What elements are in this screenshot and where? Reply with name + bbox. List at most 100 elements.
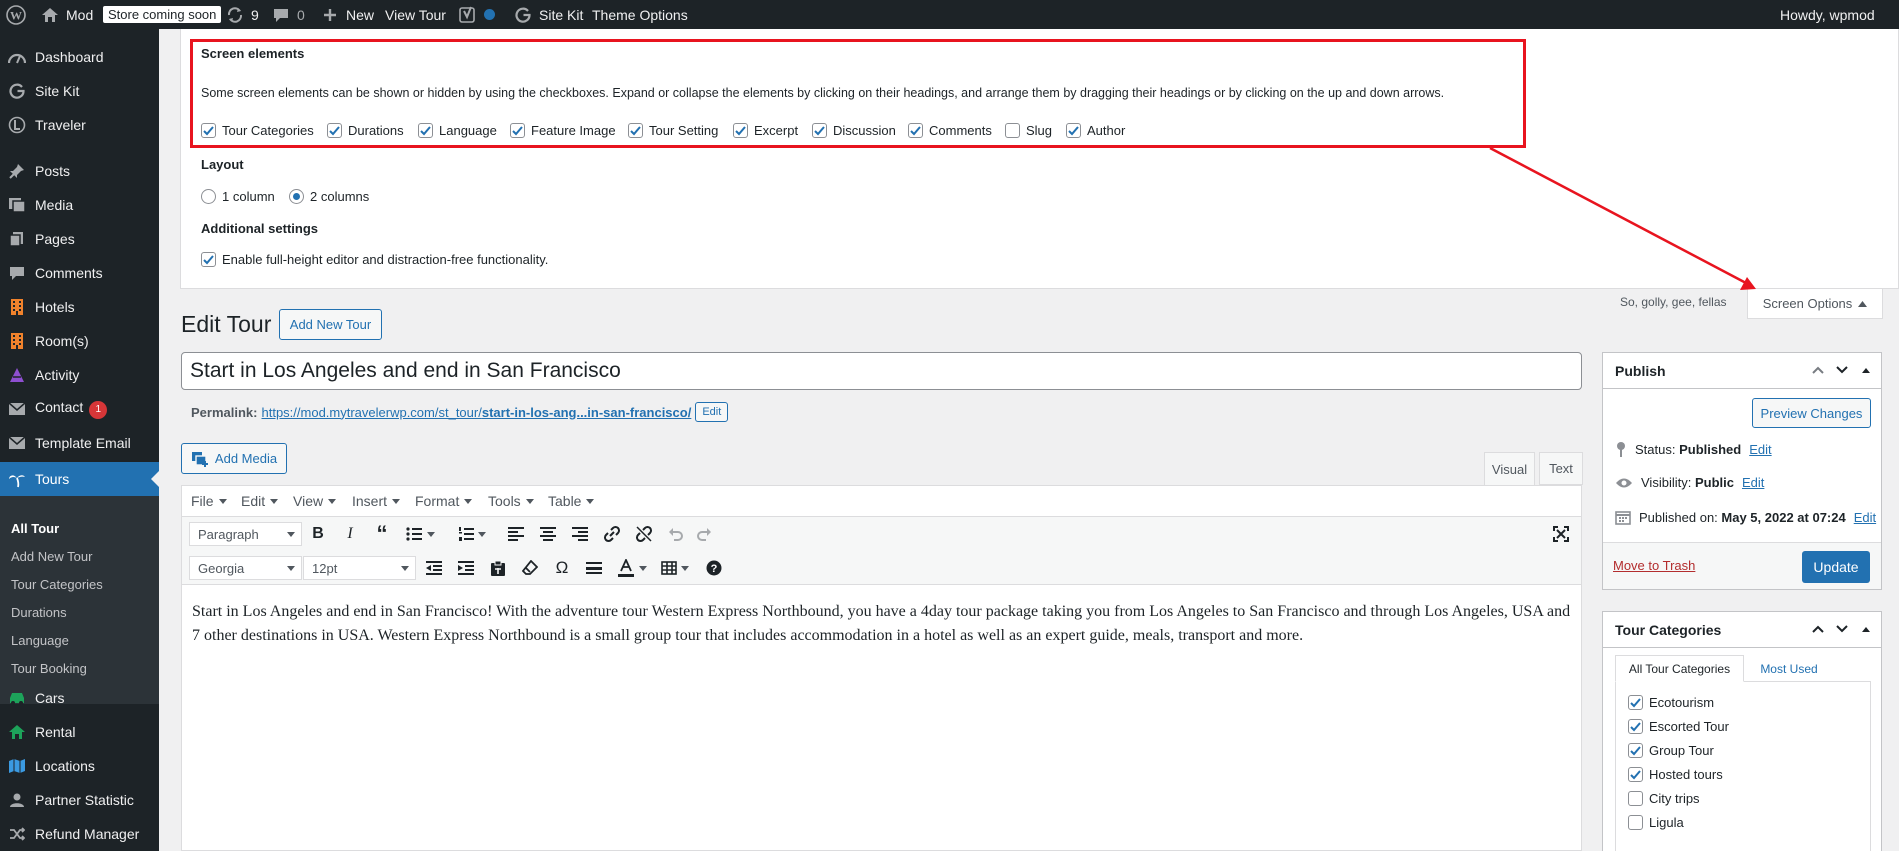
tab-visual[interactable]: Visual xyxy=(1484,452,1535,485)
move-to-trash-link[interactable]: Move to Trash xyxy=(1613,558,1695,573)
checkbox-full-height-editor[interactable]: Enable full-height editor and distractio… xyxy=(201,252,548,267)
checkbox-discussion[interactable]: Discussion xyxy=(812,123,896,138)
checkbox-box[interactable] xyxy=(1066,123,1081,138)
bullet-list-icon[interactable] xyxy=(402,522,426,546)
permalink-link[interactable]: https://mod.mytravelerwp.com/st_tour/sta… xyxy=(261,405,691,420)
submenu-item-tour-booking[interactable]: Tour Booking xyxy=(11,661,87,676)
paste-text-icon[interactable] xyxy=(486,556,510,580)
italic-icon[interactable]: I xyxy=(338,522,362,546)
tab-most-used[interactable]: Most Used xyxy=(1748,655,1830,682)
submenu-item-durations[interactable]: Durations xyxy=(11,605,67,620)
sidebar-item-partner-statistic[interactable]: Partner Statistic xyxy=(0,783,159,817)
sidebar-item-locations[interactable]: Locations xyxy=(0,749,159,783)
radio-button[interactable] xyxy=(289,189,304,204)
sidebar-item-pages[interactable]: Pages xyxy=(0,222,159,256)
clear-formatting-icon[interactable] xyxy=(518,556,542,580)
category-item[interactable]: Escorted Tour xyxy=(1628,719,1729,734)
checkbox-box[interactable] xyxy=(1628,815,1643,830)
toggle-panel-icon[interactable] xyxy=(1859,622,1873,636)
link-icon[interactable] xyxy=(600,522,624,546)
tab-all-tour-categories[interactable]: All Tour Categories xyxy=(1615,655,1744,682)
sidebar-item-activity[interactable]: Activity xyxy=(0,358,159,392)
category-item[interactable]: Hosted tours xyxy=(1628,767,1723,782)
sidebar-item-refund-manager[interactable]: Refund Manager xyxy=(0,817,159,851)
status-edit-link[interactable]: Edit xyxy=(1749,442,1771,457)
bullet-list-caret-icon[interactable] xyxy=(425,522,437,546)
redo-icon[interactable] xyxy=(692,522,716,546)
horizontal-line-icon[interactable] xyxy=(582,556,606,580)
menu-edit[interactable]: Edit xyxy=(241,493,279,509)
checkbox-slug[interactable]: Slug xyxy=(1005,123,1052,138)
checkbox-box[interactable] xyxy=(1628,767,1643,782)
checkbox-author[interactable]: Author xyxy=(1066,123,1125,138)
post-title-input[interactable]: Start in Los Angeles and end in San Fran… xyxy=(181,352,1582,390)
menu-insert[interactable]: Insert xyxy=(352,493,401,509)
checkbox-box[interactable] xyxy=(812,123,827,138)
submenu-item-all-tour[interactable]: All Tour xyxy=(11,521,59,536)
align-left-icon[interactable] xyxy=(504,522,528,546)
checkbox-tour-setting[interactable]: Tour Setting xyxy=(628,123,718,138)
sidebar-item-hotels[interactable]: Hotels xyxy=(0,290,159,324)
checkbox-box[interactable] xyxy=(418,123,433,138)
font-family-select[interactable]: Georgia xyxy=(189,556,302,580)
checkbox-feature-image[interactable]: Feature Image xyxy=(510,123,616,138)
wordpress-logo-icon[interactable]: W xyxy=(6,0,26,29)
category-item[interactable]: Group Tour xyxy=(1628,743,1714,758)
checkbox-box[interactable] xyxy=(327,123,342,138)
chevron-down-icon[interactable] xyxy=(1835,363,1849,377)
checkbox-box[interactable] xyxy=(733,123,748,138)
text-color-caret-icon[interactable] xyxy=(637,556,649,580)
align-right-icon[interactable] xyxy=(568,522,592,546)
store-coming-soon-badge[interactable]: Store coming soon xyxy=(103,0,222,29)
blockquote-icon[interactable]: “ xyxy=(370,521,394,546)
radio-button[interactable] xyxy=(201,189,216,204)
toggle-panel-icon[interactable] xyxy=(1859,363,1873,377)
publish-box-header[interactable]: Publish xyxy=(1603,353,1881,389)
chevron-up-icon[interactable] xyxy=(1811,622,1825,636)
editor-content[interactable]: Start in Los Angeles and end in San Fran… xyxy=(192,600,1572,648)
sidebar-item-traveler[interactable]: Traveler xyxy=(0,108,159,142)
checkbox-excerpt[interactable]: Excerpt xyxy=(733,123,798,138)
site-home-link[interactable]: Mod xyxy=(40,0,93,29)
unlink-icon[interactable] xyxy=(632,522,656,546)
outdent-icon[interactable] xyxy=(422,556,446,580)
text-color-icon[interactable] xyxy=(614,556,638,580)
comments-link[interactable]: 0 xyxy=(271,0,305,29)
updates-link[interactable]: 9 xyxy=(225,0,259,29)
screen-options-tab[interactable]: Screen Options xyxy=(1747,289,1883,319)
my-account-menu[interactable]: Howdy, wpmod xyxy=(1780,0,1875,29)
sitekit-link[interactable]: Site Kit xyxy=(513,0,583,29)
submenu-item-tour-categories[interactable]: Tour Categories xyxy=(11,577,103,592)
block-format-select[interactable]: Paragraph xyxy=(189,522,302,546)
numbered-list-icon[interactable] xyxy=(454,522,478,546)
sidebar-item-tours[interactable]: Tours xyxy=(0,462,159,496)
font-size-select[interactable]: 12pt xyxy=(303,556,416,580)
checkbox-box[interactable] xyxy=(510,123,525,138)
theme-options-link[interactable]: Theme Options xyxy=(592,0,688,29)
add-new-tour-button[interactable]: Add New Tour xyxy=(279,309,382,340)
sidebar-item-posts[interactable]: Posts xyxy=(0,154,159,188)
preview-changes-button[interactable]: Preview Changes xyxy=(1752,398,1871,428)
checkbox-comments[interactable]: Comments xyxy=(908,123,992,138)
update-button[interactable]: Update xyxy=(1802,551,1870,583)
numbered-list-caret-icon[interactable] xyxy=(476,522,488,546)
checkbox-box[interactable] xyxy=(201,252,216,267)
new-content-link[interactable]: New xyxy=(320,0,374,29)
sidebar-item-rooms[interactable]: Room(s) xyxy=(0,324,159,358)
submenu-item-language[interactable]: Language xyxy=(11,633,69,648)
view-tour-link[interactable]: View Tour xyxy=(385,0,446,29)
checkbox-box[interactable] xyxy=(1628,743,1643,758)
undo-icon[interactable] xyxy=(664,522,688,546)
sidebar-item-cars[interactable]: Cars xyxy=(0,681,159,715)
chevron-down-icon[interactable] xyxy=(1835,622,1849,636)
add-media-button[interactable]: Add Media xyxy=(181,443,287,474)
table-caret-icon[interactable] xyxy=(679,556,691,580)
indent-icon[interactable] xyxy=(454,556,478,580)
menu-tools[interactable]: Tools xyxy=(488,493,534,509)
published-edit-link[interactable]: Edit xyxy=(1854,510,1876,525)
submenu-item-add-new-tour[interactable]: Add New Tour xyxy=(11,549,92,564)
chevron-up-icon[interactable] xyxy=(1811,363,1825,377)
checkbox-language[interactable]: Language xyxy=(418,123,497,138)
radio-2-columns[interactable]: 2 columns xyxy=(289,189,369,204)
checkbox-durations[interactable]: Durations xyxy=(327,123,404,138)
